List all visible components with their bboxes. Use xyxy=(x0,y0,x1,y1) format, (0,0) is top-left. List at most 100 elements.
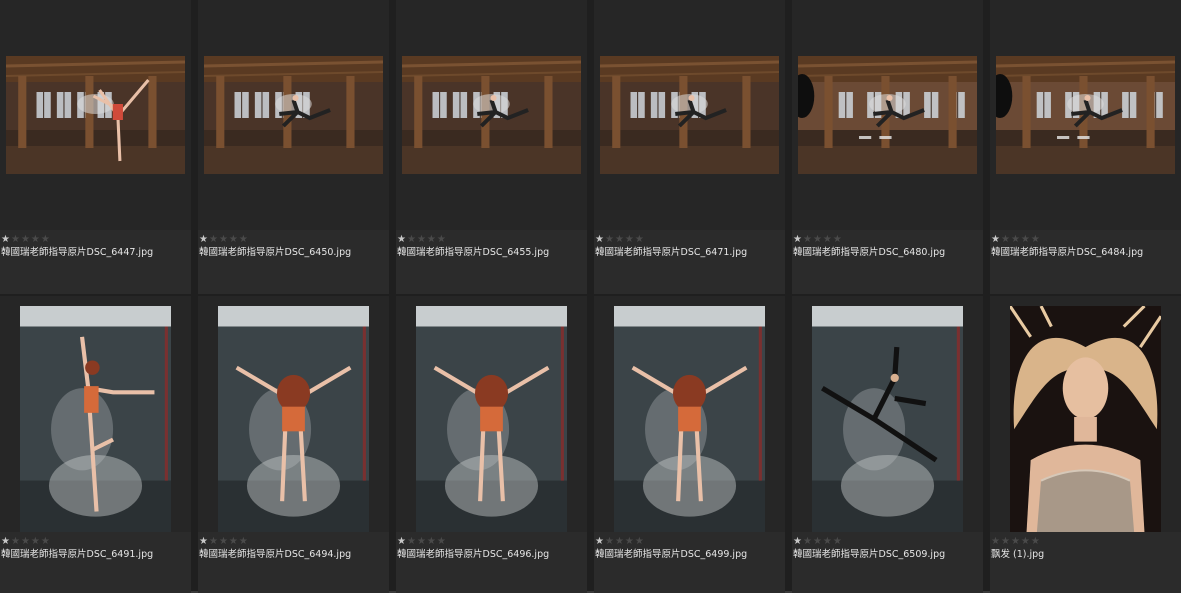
star-icon[interactable]: ★ xyxy=(417,234,427,245)
star-icon[interactable]: ★ xyxy=(991,536,1001,547)
star-icon[interactable]: ★ xyxy=(427,234,437,245)
thumbnail-cell[interactable]: ★★★★★ 韓國瑞老師指导原片DSC_6496.jpg xyxy=(396,296,587,593)
star-icon[interactable]: ★ xyxy=(793,234,803,245)
thumbnail-image[interactable] xyxy=(20,306,171,532)
thumbnail-image[interactable] xyxy=(204,56,383,174)
star-rating[interactable]: ★★★★★ xyxy=(1,234,51,246)
thumbnail-frame[interactable] xyxy=(594,296,785,532)
star-icon[interactable]: ★ xyxy=(21,234,31,245)
star-rating[interactable]: ★★★★★ xyxy=(397,536,447,548)
star-rating[interactable]: ★★★★★ xyxy=(199,536,249,548)
thumbnail-frame[interactable] xyxy=(990,0,1181,230)
thumbnail-cell[interactable]: ★★★★★ 韓國瑞老師指导原片DSC_6447.jpg xyxy=(0,0,191,294)
thumbnail-image[interactable] xyxy=(402,56,581,174)
thumbnail-frame[interactable] xyxy=(0,0,191,230)
star-icon[interactable]: ★ xyxy=(615,536,625,547)
star-icon[interactable]: ★ xyxy=(615,234,625,245)
star-icon[interactable]: ★ xyxy=(625,536,635,547)
star-rating[interactable]: ★★★★★ xyxy=(595,536,645,548)
star-icon[interactable]: ★ xyxy=(803,234,813,245)
star-icon[interactable]: ★ xyxy=(31,234,41,245)
star-icon[interactable]: ★ xyxy=(21,536,31,547)
star-rating[interactable]: ★★★★★ xyxy=(991,234,1041,246)
star-icon[interactable]: ★ xyxy=(823,234,833,245)
star-icon[interactable]: ★ xyxy=(41,234,51,245)
star-icon[interactable]: ★ xyxy=(595,536,605,547)
star-icon[interactable]: ★ xyxy=(803,536,813,547)
thumbnail-image[interactable] xyxy=(614,306,765,532)
star-icon[interactable]: ★ xyxy=(199,234,209,245)
star-icon[interactable]: ★ xyxy=(11,536,21,547)
star-rating[interactable]: ★★★★★ xyxy=(1,536,51,548)
thumbnail-frame[interactable] xyxy=(792,0,983,230)
thumbnail-cell[interactable]: ★★★★★ 韓國瑞老師指导原片DSC_6499.jpg xyxy=(594,296,785,593)
star-icon[interactable]: ★ xyxy=(417,536,427,547)
star-icon[interactable]: ★ xyxy=(239,234,249,245)
thumbnail-frame[interactable] xyxy=(396,296,587,532)
thumbnail-image[interactable] xyxy=(218,306,369,532)
thumbnail-cell[interactable]: ★★★★★ 韓國瑞老師指导原片DSC_6494.jpg xyxy=(198,296,389,593)
star-rating[interactable]: ★★★★★ xyxy=(397,234,447,246)
star-icon[interactable]: ★ xyxy=(833,234,843,245)
star-rating[interactable]: ★★★★★ xyxy=(793,536,843,548)
star-icon[interactable]: ★ xyxy=(239,536,249,547)
star-icon[interactable]: ★ xyxy=(813,234,823,245)
star-icon[interactable]: ★ xyxy=(833,536,843,547)
thumbnail-cell[interactable]: ★★★★★ 韓國瑞老師指导原片DSC_6509.jpg xyxy=(792,296,983,593)
star-icon[interactable]: ★ xyxy=(31,536,41,547)
star-icon[interactable]: ★ xyxy=(437,536,447,547)
star-icon[interactable]: ★ xyxy=(1021,536,1031,547)
star-icon[interactable]: ★ xyxy=(605,536,615,547)
star-icon[interactable]: ★ xyxy=(1001,536,1011,547)
thumbnail-frame[interactable] xyxy=(0,296,191,532)
star-rating[interactable]: ★★★★★ xyxy=(199,234,249,246)
thumbnail-image[interactable] xyxy=(812,306,963,532)
star-icon[interactable]: ★ xyxy=(813,536,823,547)
star-icon[interactable]: ★ xyxy=(427,536,437,547)
star-icon[interactable]: ★ xyxy=(635,536,645,547)
thumbnail-cell[interactable]: ★★★★★ 韓國瑞老師指导原片DSC_6455.jpg xyxy=(396,0,587,294)
star-icon[interactable]: ★ xyxy=(209,536,219,547)
thumbnail-cell[interactable]: ★★★★★ 飘发 (1).jpg xyxy=(990,296,1181,593)
star-icon[interactable]: ★ xyxy=(1011,234,1021,245)
star-rating[interactable]: ★★★★★ xyxy=(595,234,645,246)
star-rating[interactable]: ★★★★★ xyxy=(991,536,1041,548)
star-icon[interactable]: ★ xyxy=(199,536,209,547)
star-icon[interactable]: ★ xyxy=(1,234,11,245)
star-icon[interactable]: ★ xyxy=(397,234,407,245)
star-icon[interactable]: ★ xyxy=(11,234,21,245)
thumbnail-frame[interactable] xyxy=(990,296,1181,532)
thumbnail-image[interactable] xyxy=(6,56,185,174)
thumbnail-frame[interactable] xyxy=(792,296,983,532)
star-icon[interactable]: ★ xyxy=(229,234,239,245)
star-icon[interactable]: ★ xyxy=(1021,234,1031,245)
star-icon[interactable]: ★ xyxy=(1,536,11,547)
thumbnail-cell[interactable]: ★★★★★ 韓國瑞老師指导原片DSC_6450.jpg xyxy=(198,0,389,294)
star-icon[interactable]: ★ xyxy=(625,234,635,245)
star-icon[interactable]: ★ xyxy=(635,234,645,245)
star-icon[interactable]: ★ xyxy=(407,234,417,245)
thumbnail-image[interactable] xyxy=(798,56,977,174)
thumbnail-frame[interactable] xyxy=(594,0,785,230)
star-icon[interactable]: ★ xyxy=(41,536,51,547)
thumbnail-cell[interactable]: ★★★★★ 韓國瑞老師指导原片DSC_6480.jpg xyxy=(792,0,983,294)
star-rating[interactable]: ★★★★★ xyxy=(793,234,843,246)
star-icon[interactable]: ★ xyxy=(823,536,833,547)
thumbnail-cell[interactable]: ★★★★★ 韓國瑞老師指导原片DSC_6484.jpg xyxy=(990,0,1181,294)
star-icon[interactable]: ★ xyxy=(1011,536,1021,547)
star-icon[interactable]: ★ xyxy=(407,536,417,547)
star-icon[interactable]: ★ xyxy=(229,536,239,547)
star-icon[interactable]: ★ xyxy=(219,234,229,245)
star-icon[interactable]: ★ xyxy=(991,234,1001,245)
thumbnail-frame[interactable] xyxy=(396,0,587,230)
thumbnail-cell[interactable]: ★★★★★ 韓國瑞老師指导原片DSC_6491.jpg xyxy=(0,296,191,593)
thumbnail-image[interactable] xyxy=(600,56,779,174)
star-icon[interactable]: ★ xyxy=(209,234,219,245)
thumbnail-frame[interactable] xyxy=(198,296,389,532)
star-icon[interactable]: ★ xyxy=(595,234,605,245)
star-icon[interactable]: ★ xyxy=(1031,234,1041,245)
star-icon[interactable]: ★ xyxy=(219,536,229,547)
star-icon[interactable]: ★ xyxy=(605,234,615,245)
star-icon[interactable]: ★ xyxy=(1031,536,1041,547)
thumbnail-cell[interactable]: ★★★★★ 韓國瑞老師指导原片DSC_6471.jpg xyxy=(594,0,785,294)
